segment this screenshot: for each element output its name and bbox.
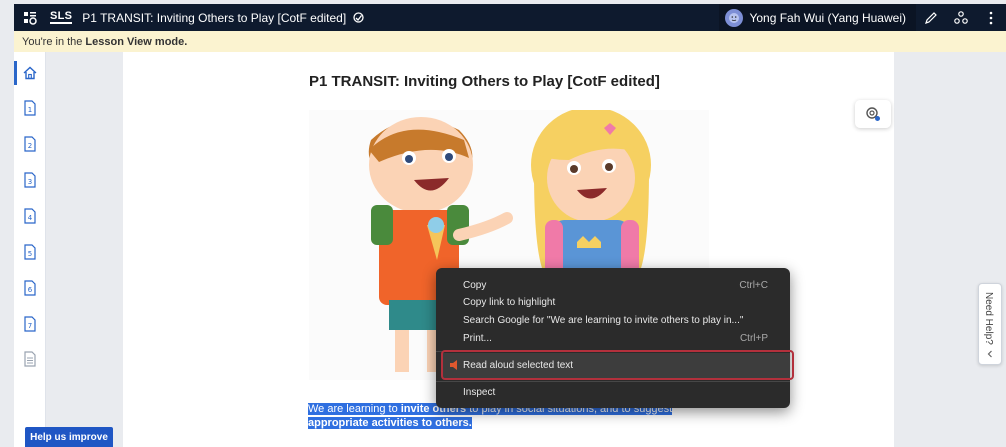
app-grid-icon[interactable] <box>22 10 38 26</box>
menu-item-copy[interactable]: Copy Ctrl+C <box>436 277 790 294</box>
sls-logo[interactable]: SLS <box>50 11 73 24</box>
banner-mode: Lesson View mode. <box>85 35 188 48</box>
menu-item-label: Search Google for "We are learning to in… <box>463 315 744 326</box>
context-menu: Copy Ctrl+C Copy link to highlight Searc… <box>436 268 790 408</box>
need-help-tab[interactable]: Need Help? <box>978 283 1002 365</box>
rail-page-1[interactable]: 1 <box>14 94 46 122</box>
more-menu-button[interactable] <box>976 4 1006 31</box>
rail-page-4[interactable]: 4 <box>14 202 46 230</box>
page-icon: 7 <box>24 316 36 332</box>
menu-separator <box>436 381 790 382</box>
edit-pencil-button[interactable] <box>916 4 946 31</box>
rail-summary[interactable] <box>14 345 46 373</box>
pencil-icon <box>925 11 937 24</box>
app-header: SLS P1 TRANSIT: Inviting Others to Play … <box>14 4 1006 31</box>
speaker-icon <box>450 360 457 370</box>
rail-page-number: 1 <box>28 106 32 114</box>
avatar <box>725 8 744 27</box>
menu-item-read-aloud[interactable]: Read aloud selected text <box>442 353 790 378</box>
page-icon: 3 <box>24 172 36 188</box>
user-name: Yong Fah Wui (Yang Huawei) <box>749 10 906 25</box>
document-lines-icon <box>24 351 36 367</box>
section-rail: 1 2 3 4 5 6 7 <box>14 52 46 447</box>
more-vertical-icon <box>989 11 993 24</box>
page-icon: 1 <box>24 100 36 116</box>
menu-item-copy-link[interactable]: Copy link to highlight <box>436 294 790 311</box>
need-help-label: Need Help? <box>983 292 994 345</box>
share-icon[interactable] <box>350 10 366 26</box>
menu-item-label: Copy link to highlight <box>463 297 556 308</box>
rail-page-number: 6 <box>28 286 33 294</box>
rail-page-number: 7 <box>28 322 32 330</box>
chevron-left-icon <box>987 350 992 358</box>
page-title: P1 TRANSIT: Inviting Others to Play [Cot… <box>309 73 660 90</box>
rail-page-number: 5 <box>28 250 32 258</box>
page-icon: 5 <box>24 244 36 260</box>
rail-home[interactable] <box>14 59 46 87</box>
objective-text-1: We are learning to <box>308 403 401 415</box>
gear-icon <box>866 107 880 121</box>
menu-item-inspect[interactable]: Inspect <box>436 384 790 401</box>
rail-page-6[interactable]: 6 <box>14 274 46 302</box>
menu-item-label: Print... <box>463 333 492 344</box>
rail-page-number: 3 <box>28 178 32 186</box>
rail-page-5[interactable]: 5 <box>14 238 46 266</box>
menu-item-print[interactable]: Print... Ctrl+P <box>436 330 790 347</box>
mode-banner: You're in the Lesson View mode. <box>14 31 1006 52</box>
page-icon: 2 <box>24 136 36 152</box>
objective-text-3: appropriate activities to others. <box>308 417 472 429</box>
rail-page-3[interactable]: 3 <box>14 166 46 194</box>
menu-item-label: Copy <box>463 280 487 291</box>
menu-item-label: Read aloud selected text <box>463 360 574 371</box>
rail-page-number: 4 <box>28 214 33 222</box>
banner-prefix: You're in the <box>22 35 83 48</box>
menu-item-label: Inspect <box>463 387 496 398</box>
rail-page-7[interactable]: 7 <box>14 310 46 338</box>
display-settings-button[interactable] <box>855 100 891 128</box>
user-profile[interactable]: Yong Fah Wui (Yang Huawei) <box>719 4 916 31</box>
rail-page-number: 2 <box>28 142 32 150</box>
page-icon: 4 <box>24 208 36 224</box>
page-icon: 6 <box>24 280 36 296</box>
lesson-header-title: P1 TRANSIT: Inviting Others to Play [Cot… <box>82 10 347 25</box>
menu-shortcut: Ctrl+P <box>739 333 768 344</box>
menu-shortcut: Ctrl+C <box>739 280 768 291</box>
home-icon <box>23 66 37 80</box>
menu-item-search-google[interactable]: Search Google for "We are learning to in… <box>436 312 790 329</box>
people-icon <box>954 10 968 24</box>
menu-separator <box>436 351 790 352</box>
rail-page-2[interactable]: 2 <box>14 130 46 158</box>
help-us-improve-button[interactable]: Help us improve <box>25 427 113 447</box>
accessibility-button[interactable] <box>946 4 976 31</box>
